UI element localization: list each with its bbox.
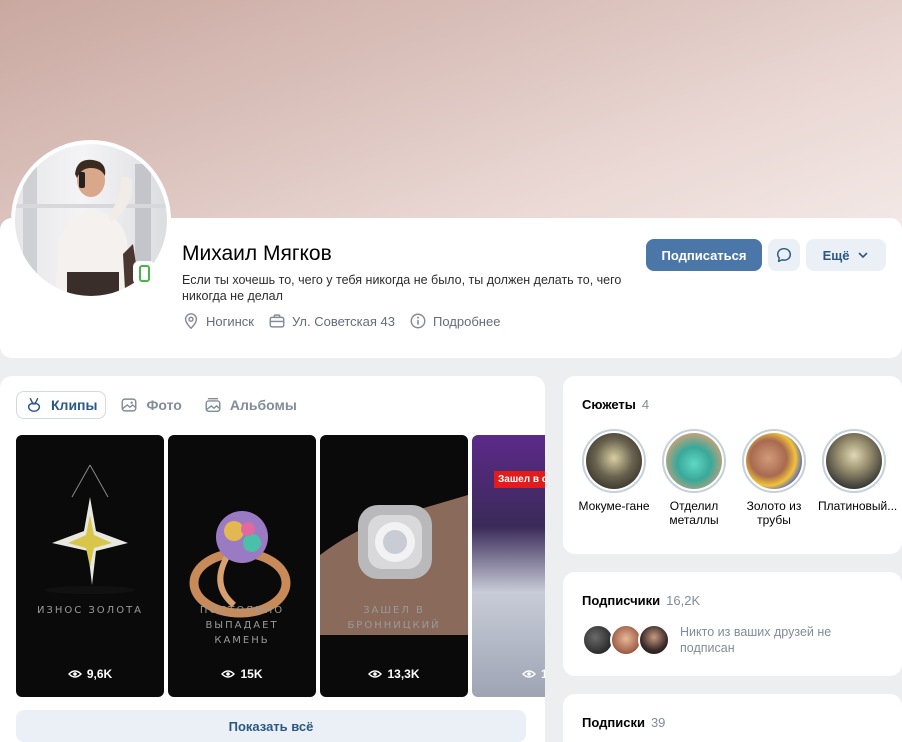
subscribe-button[interactable]: Подписаться	[646, 239, 762, 271]
story-label: Мокуме-гане	[578, 499, 650, 513]
online-mobile-icon	[133, 261, 155, 285]
location-pin-icon	[184, 313, 198, 330]
story-thumbnail	[746, 433, 802, 489]
more-label: Ещё	[822, 247, 850, 263]
clip-item[interactable]: ПОСТОЯННО ВЫПАДАЕТ КАМЕНЬ 15K	[168, 435, 316, 697]
briefcase-icon	[269, 314, 285, 328]
eye-icon	[368, 670, 383, 678]
clip-item[interactable]: ИЗНОС ЗОЛОТА 9,6K	[16, 435, 164, 697]
clip-views-count: 9,6K	[86, 667, 113, 681]
story-item[interactable]: Золото из трубы	[742, 429, 806, 527]
clip-thumbnail	[45, 464, 135, 594]
clip-caption: ПОСТОЯННО ВЫПАДАЕТ КАМЕНЬ	[199, 605, 285, 646]
clip-views-count: 13,3K	[387, 667, 420, 681]
story-thumbnail	[666, 433, 722, 489]
subscriptions-title: Подписки	[582, 715, 645, 730]
followers-title: Подписчики	[582, 593, 661, 608]
show-all-button[interactable]: Показать всё	[16, 710, 526, 742]
stories-title: Сюжеты	[582, 397, 636, 412]
eye-icon	[522, 670, 536, 678]
chevron-down-icon	[859, 252, 868, 259]
profile-info-row: Ногинск Ул. Советская 43 Подробнее	[182, 312, 500, 330]
city-label: Ногинск	[206, 313, 254, 329]
stories-header[interactable]: Сюжеты 4	[582, 397, 649, 412]
more-button[interactable]: Ещё	[806, 239, 886, 271]
message-button[interactable]	[768, 239, 800, 271]
tab-clips[interactable]: Клипы	[16, 391, 107, 419]
tab-clips-label: Клипы	[51, 397, 98, 413]
city-info[interactable]: Ногинск	[182, 312, 254, 330]
tab-photo-label: Фото	[146, 397, 182, 413]
photo-icon	[121, 398, 137, 412]
clip-item[interactable]: Зашел в с... СОКО... 1	[472, 435, 545, 697]
followers-header[interactable]: Подписчики 16,2K	[582, 593, 700, 608]
tab-albums[interactable]: Альбомы	[196, 391, 305, 419]
story-item[interactable]: Платиновый...	[818, 429, 897, 527]
clip-views: 13,3K	[320, 667, 468, 681]
clips-icon	[27, 397, 41, 412]
albums-icon	[205, 397, 221, 413]
story-thumbnail	[826, 433, 882, 489]
clip-item[interactable]: ЗАШЕЛ В БРОННИЦКИЙ 13,3K	[320, 435, 468, 697]
clip-caption: Зашел в с... СОКО...	[494, 471, 545, 488]
story-label: Платиновый...	[818, 499, 898, 513]
clip-views: 15K	[168, 667, 316, 681]
clip-caption: ИЗНОС ЗОЛОТА	[36, 605, 144, 616]
tab-photo[interactable]: Фото	[112, 391, 189, 419]
clip-views: 1	[472, 667, 545, 681]
subscriptions-header[interactable]: Подписки 39	[582, 715, 665, 730]
subscriptions-count: 39	[650, 715, 666, 730]
message-bubble-icon	[776, 247, 792, 263]
avatar[interactable]	[638, 624, 670, 656]
subscriptions-card: Подписки 39	[563, 694, 902, 742]
work-info[interactable]: Ул. Советская 43	[268, 312, 395, 330]
followers-count: 16,2K	[666, 593, 701, 608]
eye-icon	[67, 670, 82, 678]
clip-views-count: 1	[541, 667, 545, 681]
clip-views-count: 15K	[240, 667, 263, 681]
clip-views: 9,6K	[16, 667, 164, 681]
media-card: Клипы Фото Альбомы ИЗНОС ЗОЛОТА 9,6K ПОС…	[0, 376, 545, 742]
stories-card: Сюжеты 4 Мокуме-гане Отделил металлы Золо…	[563, 376, 902, 554]
followers-card: Подписчики 16,2K Никто из ваших друзей не…	[563, 572, 902, 676]
stories-list: Мокуме-гане Отделил металлы Золото из тр…	[578, 429, 897, 527]
stories-count: 4	[641, 397, 650, 412]
profile-name: Михаил Мягков	[182, 242, 332, 265]
details-label: Подробнее	[433, 313, 501, 329]
followers-note: Никто из ваших друзей не подписан	[680, 625, 832, 655]
story-thumbnail	[586, 433, 642, 489]
story-label: Отделил металлы	[669, 499, 719, 527]
media-tabs: Клипы Фото Альбомы	[16, 391, 305, 419]
details-link[interactable]: Подробнее	[409, 312, 500, 330]
info-circle-icon	[410, 313, 426, 329]
story-label: Золото из трубы	[746, 499, 802, 527]
clips-list: ИЗНОС ЗОЛОТА 9,6K ПОСТОЯННО ВЫПАДАЕТ КАМ…	[16, 435, 545, 697]
work-label: Ул. Советская 43	[292, 313, 395, 329]
eye-icon	[221, 670, 236, 678]
tab-albums-label: Альбомы	[229, 397, 297, 413]
clip-thumbnail	[320, 495, 468, 635]
clip-thumbnail	[189, 511, 291, 618]
story-item[interactable]: Отделил металлы	[662, 429, 726, 527]
followers-preview: Никто из ваших друзей не подписан	[582, 624, 870, 656]
story-item[interactable]: Мокуме-гане	[578, 429, 650, 527]
profile-status: Если ты хочешь то, чего у тебя никогда н…	[182, 273, 622, 303]
clip-caption: ЗАШЕЛ В БРОННИЦКИЙ	[347, 605, 441, 631]
